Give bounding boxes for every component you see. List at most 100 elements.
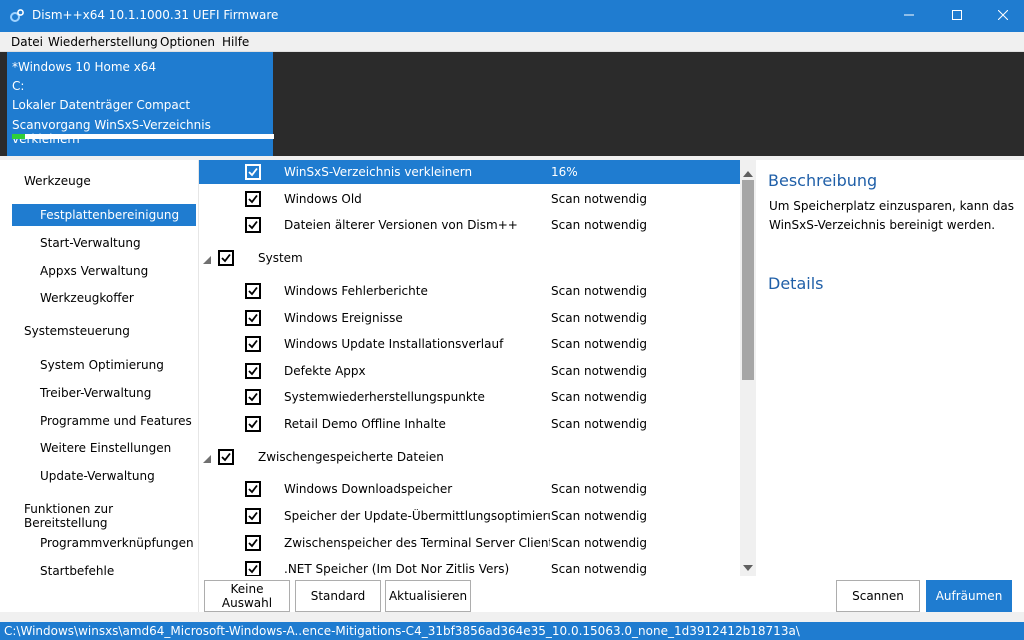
sidebar-item[interactable]: Festplattenbereinigung bbox=[12, 204, 196, 226]
checkbox[interactable] bbox=[245, 481, 261, 497]
item-name: Windows Old bbox=[284, 192, 362, 206]
item-status: Scan notwendig bbox=[551, 284, 648, 298]
item-name: Windows Update Installationsverlauf bbox=[284, 337, 504, 351]
item-name: System bbox=[258, 251, 303, 265]
list-item[interactable]: Retail Demo Offline Inhalte Scan notwendi… bbox=[199, 412, 740, 436]
list-item[interactable]: Systemwiederherstellungspunkte Scan notwe… bbox=[199, 385, 740, 409]
checkbox[interactable] bbox=[245, 283, 261, 299]
sidebar-item[interactable]: System Optimierung bbox=[12, 354, 196, 376]
item-name: Retail Demo Offline Inhalte bbox=[284, 417, 446, 431]
gear-icon bbox=[9, 8, 25, 24]
list-item[interactable]: Windows Fehlerberichte Scan notwendig bbox=[199, 279, 740, 303]
checkbox[interactable] bbox=[245, 191, 261, 207]
item-name: Defekte Appx bbox=[284, 364, 366, 378]
checkbox[interactable] bbox=[245, 416, 261, 432]
checkbox[interactable] bbox=[245, 535, 261, 551]
status-path: C:\Windows\winsxs\amd64_Microsoft-Window… bbox=[0, 622, 1024, 640]
aktualisieren-button[interactable]: Aktualisieren bbox=[385, 580, 471, 612]
description-text: Um Speicherplatz einzusparen, kann das W… bbox=[769, 199, 1014, 232]
description-pane: Beschreibung Um Speicherplatz einzuspare… bbox=[758, 160, 1024, 576]
item-name: .NET Speicher (Im Dot Nor Zitlis Vers) bbox=[284, 562, 510, 576]
checkbox[interactable] bbox=[245, 217, 261, 233]
sidebar-category: Systemsteuerung bbox=[24, 324, 130, 338]
window-title: Dism++x64 10.1.1000.31 UEFI Firmware bbox=[32, 8, 279, 22]
item-status: Scan notwendig bbox=[551, 364, 648, 378]
cleanup-list: WinSxS-Verzeichnis verkleinern 16% Windows… bbox=[199, 160, 740, 576]
checkbox[interactable] bbox=[245, 363, 261, 379]
menu-bar: Datei Wiederherstellung Optionen Hilfe bbox=[0, 32, 1024, 52]
item-status: Scan notwendig bbox=[551, 417, 648, 431]
sidebar-item[interactable]: Startbefehle bbox=[12, 560, 196, 582]
description-heading: Beschreibung bbox=[768, 171, 878, 190]
sidebar-category: Funktionen zur Bereitstellung bbox=[24, 502, 114, 530]
item-status: Scan notwendig bbox=[551, 311, 648, 325]
item-status: Scan notwendig bbox=[551, 192, 648, 206]
list-item[interactable]: Windows Update Installationsverlauf Scan … bbox=[199, 332, 740, 356]
standard-button[interactable]: Standard bbox=[295, 580, 381, 612]
checkbox[interactable] bbox=[245, 389, 261, 405]
minimize-icon bbox=[904, 9, 914, 23]
list-group-header[interactable]: System bbox=[199, 246, 740, 270]
scan-button[interactable]: Scannen bbox=[836, 580, 920, 612]
bottom-area bbox=[0, 612, 1024, 622]
menu-optionen[interactable]: Optionen bbox=[160, 35, 215, 49]
sidebar-category: Werkzeuge bbox=[24, 174, 91, 188]
session-progress-bar bbox=[12, 134, 274, 139]
item-status: Scan notwendig bbox=[551, 337, 648, 351]
close-button[interactable] bbox=[980, 0, 1024, 32]
session-task: Scanvorgang WinSxS-Verzeichnis verkleine… bbox=[12, 118, 211, 146]
checkbox[interactable] bbox=[245, 561, 261, 576]
minimize-button[interactable] bbox=[886, 0, 932, 32]
session-drive: C: bbox=[12, 79, 25, 93]
checkbox[interactable] bbox=[218, 449, 234, 465]
scroll-up-icon[interactable] bbox=[743, 166, 753, 180]
list-item[interactable]: Speicher der Update-Übermittlungsoptimie… bbox=[199, 504, 740, 528]
checkbox[interactable] bbox=[218, 250, 234, 266]
sidebar-item[interactable]: Appxs Verwaltung bbox=[12, 260, 196, 282]
checkbox[interactable] bbox=[245, 164, 261, 180]
scroll-thumb[interactable] bbox=[742, 180, 754, 380]
item-name: Dateien älterer Versionen von Dism++ bbox=[284, 218, 518, 232]
list-item[interactable]: .NET Speicher (Im Dot Nor Zitlis Vers) Sc… bbox=[199, 557, 740, 576]
keine-auswahl-button[interactable]: Keine Auswahl bbox=[204, 580, 290, 612]
list-item[interactable]: Windows Ereignisse Scan notwendig bbox=[199, 306, 740, 330]
item-name: Zwischengespeicherte Dateien bbox=[258, 450, 444, 464]
menu-hilfe[interactable]: Hilfe bbox=[222, 35, 249, 49]
item-name: Speicher der Update-Übermittlungsoptimie… bbox=[284, 509, 550, 523]
sidebar-item[interactable]: Programme und Features bbox=[12, 410, 196, 432]
title-bar: Dism++x64 10.1.1000.31 UEFI Firmware bbox=[0, 0, 1024, 32]
sidebar-item[interactable]: Programmverknüpfungen bbox=[12, 532, 196, 554]
maximize-icon bbox=[952, 9, 962, 23]
item-name: Windows Downloadspeicher bbox=[284, 482, 453, 496]
menu-wiederherstellung[interactable]: Wiederherstellung bbox=[48, 35, 158, 49]
list-item[interactable]: Zwischenspeicher des Terminal Server Cli… bbox=[199, 531, 740, 555]
menu-datei[interactable]: Datei bbox=[11, 35, 43, 49]
close-icon bbox=[997, 9, 1009, 23]
checkbox[interactable] bbox=[245, 336, 261, 352]
item-status: Scan notwendig bbox=[551, 509, 648, 523]
sidebar-item[interactable]: Update-Verwaltung bbox=[12, 465, 196, 487]
sidebar-item[interactable]: Weitere Einstellungen bbox=[12, 437, 196, 459]
item-name: Zwischenspeicher des Terminal Server Cli… bbox=[284, 536, 550, 550]
maximize-button[interactable] bbox=[934, 0, 980, 32]
clean-button[interactable]: Aufräumen bbox=[926, 580, 1012, 612]
checkbox[interactable] bbox=[245, 508, 261, 524]
list-group-header[interactable]: Zwischengespeicherte Dateien bbox=[199, 445, 740, 469]
list-scrollbar[interactable] bbox=[740, 160, 756, 576]
item-status: 16% bbox=[551, 165, 578, 179]
list-item[interactable]: Defekte Appx Scan notwendig bbox=[199, 359, 740, 383]
sidebar-item[interactable]: Start-Verwaltung bbox=[12, 232, 196, 254]
scroll-down-icon[interactable] bbox=[743, 560, 753, 574]
list-item[interactable]: Dateien älterer Versionen von Dism++ Scan… bbox=[199, 213, 740, 237]
list-item[interactable]: Windows Downloadspeicher Scan notwendig bbox=[199, 477, 740, 501]
collapse-triangle-icon[interactable] bbox=[203, 253, 211, 267]
list-item[interactable]: WinSxS-Verzeichnis verkleinern 16% bbox=[199, 160, 740, 184]
item-name: Windows Fehlerberichte bbox=[284, 284, 428, 298]
session-card[interactable]: *Windows 10 Home x64 C: Lokaler Datenträ… bbox=[7, 52, 274, 156]
sidebar-item[interactable]: Treiber-Verwaltung bbox=[12, 382, 196, 404]
list-item[interactable]: Windows Old Scan notwendig bbox=[199, 187, 740, 211]
item-name: WinSxS-Verzeichnis verkleinern bbox=[284, 165, 473, 179]
checkbox[interactable] bbox=[245, 310, 261, 326]
sidebar-item[interactable]: Werkzeugkoffer bbox=[12, 287, 196, 309]
collapse-triangle-icon[interactable] bbox=[203, 452, 211, 466]
